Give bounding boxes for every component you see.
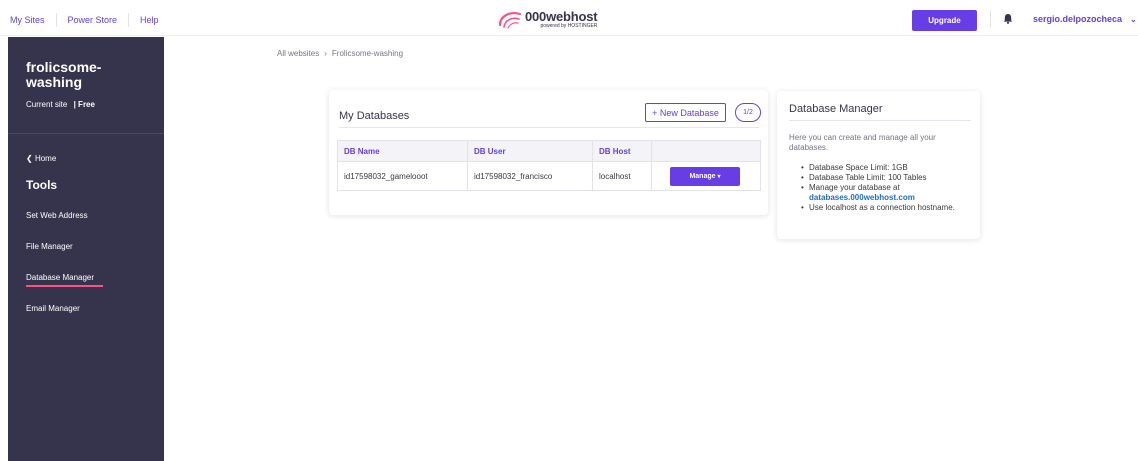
info-list: Database Space Limit: 1GB Database Table… bbox=[799, 163, 977, 213]
databases-card: My Databases + New Database 1/2 DB Name … bbox=[329, 90, 768, 215]
nav-help[interactable]: Help bbox=[140, 15, 159, 25]
top-nav: My Sites Power Store Help bbox=[10, 13, 159, 27]
manage-button[interactable]: Manage ▾ bbox=[670, 166, 740, 186]
list-item-manage: Manage your database at databases.000web… bbox=[799, 183, 977, 203]
databases-table: DB Name DB User DB Host id17598032_gamel… bbox=[337, 140, 761, 191]
sidebar-item-file-manager[interactable]: File Manager bbox=[26, 242, 73, 251]
manage-label: Manage bbox=[689, 172, 716, 180]
active-item-indicator bbox=[26, 285, 103, 287]
sidebar-divider bbox=[8, 133, 164, 134]
username: sergio.delpozocheca bbox=[1033, 14, 1123, 24]
sidebar-item-set-web-address[interactable]: Set Web Address bbox=[26, 211, 88, 220]
site-name: frolicsome-washing bbox=[26, 59, 102, 90]
site-logo[interactable]: 000webhost powered by HOSTINGER bbox=[497, 8, 598, 29]
db-host-cell: localhost bbox=[592, 161, 652, 191]
info-description: Here you can create and manage all your … bbox=[789, 133, 936, 152]
info-divider bbox=[789, 120, 971, 121]
list-item-table-limit: Database Table Limit: 100 Tables bbox=[799, 173, 977, 183]
logo-powered-text: powered by HOSTINGER bbox=[540, 22, 598, 29]
column-db-user: DB User bbox=[467, 140, 593, 162]
database-manager-info-card: Database Manager Here you can create and… bbox=[777, 91, 980, 239]
current-site-label: Current site bbox=[26, 100, 68, 109]
sidebar: frolicsome-washing Current site | Free ❮… bbox=[8, 37, 164, 461]
list-item-localhost: Use localhost as a connection hostname. bbox=[799, 203, 977, 213]
table-header-row: DB Name DB User DB Host bbox=[337, 140, 761, 162]
db-user-cell: id17598032_francisco bbox=[467, 161, 593, 191]
chevron-down-icon: ⌄ bbox=[1130, 14, 1137, 24]
site-status: Current site | Free bbox=[26, 100, 95, 109]
db-action-cell: Manage ▾ bbox=[651, 161, 761, 191]
breadcrumb-separator-icon: › bbox=[324, 49, 327, 58]
breadcrumb-current-site: Frolicsome-washing bbox=[331, 49, 404, 58]
nav-my-sites[interactable]: My Sites bbox=[10, 15, 45, 25]
column-db-name: DB Name bbox=[337, 140, 468, 162]
breadcrumb: All websites › Frolicsome-washing bbox=[277, 49, 403, 58]
home-label: Home bbox=[34, 154, 57, 163]
breadcrumb-all-websites[interactable]: All websites bbox=[277, 49, 319, 58]
caret-down-icon: ▾ bbox=[717, 173, 721, 180]
list-item-space-limit: Database Space Limit: 1GB bbox=[799, 163, 977, 173]
user-menu[interactable]: sergio.delpozocheca ⌄ bbox=[1033, 14, 1137, 24]
logo-brand-text: 000webhost bbox=[525, 8, 598, 24]
logo-swirl-icon bbox=[498, 12, 522, 29]
new-database-button[interactable]: + New Database bbox=[645, 103, 726, 122]
plan-badge: | Free bbox=[73, 100, 95, 109]
tools-heading: Tools bbox=[26, 178, 58, 192]
databases-link[interactable]: databases.000webhost.com bbox=[809, 193, 977, 203]
manage-text: Manage your database at bbox=[809, 183, 900, 192]
info-title: Database Manager bbox=[789, 103, 883, 115]
bell-icon[interactable] bbox=[1003, 13, 1013, 24]
table-row: id17598032_gamelooot id17598032_francisc… bbox=[337, 161, 761, 191]
databases-title: My Databases bbox=[339, 110, 410, 122]
top-divider bbox=[990, 11, 991, 28]
database-count-badge: 1/2 bbox=[735, 103, 761, 122]
db-name-cell: id17598032_gamelooot bbox=[337, 161, 468, 191]
upgrade-button[interactable]: Upgrade bbox=[912, 10, 977, 31]
column-db-host: DB Host bbox=[592, 140, 652, 162]
home-link[interactable]: ❮ Home bbox=[26, 154, 56, 163]
top-bar: My Sites Power Store Help 000webhost pow… bbox=[0, 0, 1138, 36]
nav-divider bbox=[55, 13, 57, 27]
nav-divider bbox=[128, 13, 130, 27]
sidebar-item-email-manager[interactable]: Email Manager bbox=[26, 304, 80, 313]
nav-power-store[interactable]: Power Store bbox=[68, 15, 118, 25]
chevron-left-icon: ❮ bbox=[26, 154, 33, 163]
column-actions bbox=[651, 140, 761, 162]
card-divider bbox=[339, 127, 759, 128]
